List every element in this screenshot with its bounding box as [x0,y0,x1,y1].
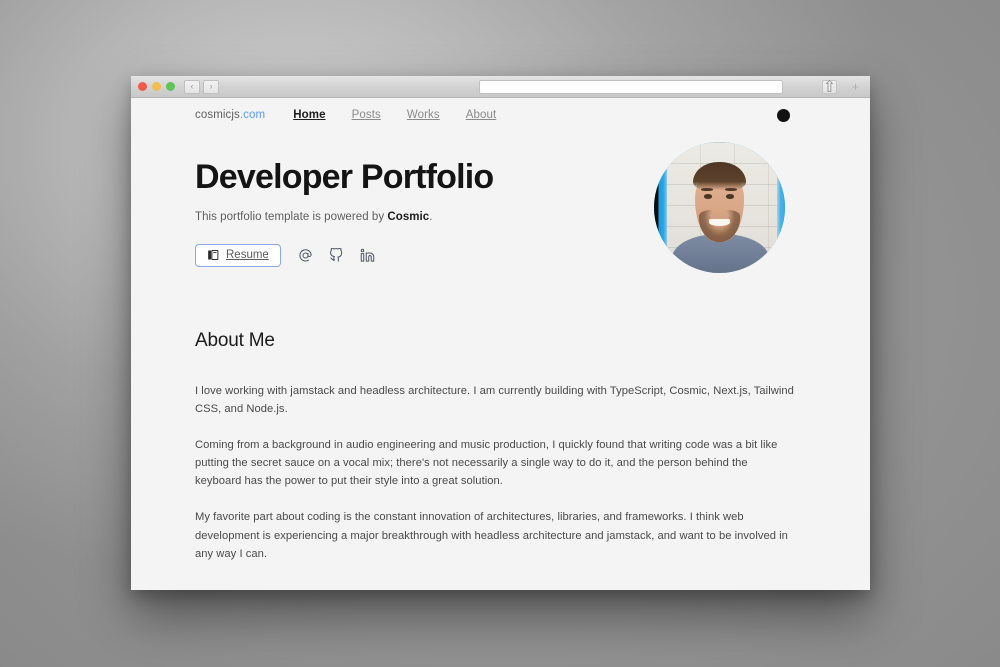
avatar-eye-left [703,194,712,199]
forward-button[interactable]: › [203,79,219,94]
minimize-window-button[interactable] [152,82,161,91]
brand-name: cosmicjs [195,109,240,121]
nav-link-posts[interactable]: Posts [352,109,381,121]
share-icon[interactable]: ⇧ [822,79,837,96]
browser-titlebar: ‹ › ⇧ + [131,76,870,98]
dark-mode-toggle[interactable] [777,108,790,122]
linkedin-icon[interactable] [360,248,375,263]
avatar-image [654,142,785,273]
brand-tld: .com [239,109,266,121]
avatar-eye-right [726,194,734,199]
resume-button-label: Resume [226,249,269,262]
about-paragraph: Coming from a background in audio engine… [195,439,778,488]
site-navigation-bar: cosmicjs.com Home Posts Works About [131,98,870,132]
address-bar-input[interactable] [479,79,783,94]
avatar-blue-edge-right [777,160,785,258]
close-window-button[interactable] [138,82,147,91]
nav-link-about[interactable]: About [466,109,497,121]
about-heading: About Me [195,329,275,351]
about-body: I love working with jamstack and headles… [195,382,806,563]
nav-links: Home Posts Works About [293,109,496,121]
hero-section: Developer Portfolio This portfolio templ… [195,132,806,273]
nav-link-home[interactable]: Home [293,109,325,121]
github-icon[interactable] [329,247,344,263]
page-viewport: cosmicjs.com Home Posts Works About Deve… [131,98,870,590]
avatar-eyebrow-left [701,187,713,191]
avatar-blue-edge-left [654,162,668,260]
nav-link-works[interactable]: Works [407,109,440,121]
email-icon[interactable] [298,248,313,263]
about-paragraph: My favorite part about coding is the con… [195,511,788,560]
window-traffic-lights [138,82,175,91]
new-tab-button[interactable]: + [848,80,863,94]
browser-navigation-arrows: ‹ › [184,79,219,94]
avatar-eyebrow-right [724,187,737,191]
page-content: Developer Portfolio This portfolio templ… [131,132,870,563]
zoom-window-button[interactable] [166,82,175,91]
resume-button[interactable]: Resume [195,243,281,267]
site-brand[interactable]: cosmicjs.com [195,109,265,121]
hero-subtitle-suffix: . [429,210,433,223]
titlebar-actions: ⇧ + [822,79,863,96]
hero-subtitle-prefix: This portfolio template is powered by [195,210,388,223]
book-icon [207,249,219,261]
about-paragraph: I love working with jamstack and headles… [195,384,794,415]
profile-avatar [654,142,785,273]
hero-subtitle-brand: Cosmic [387,210,430,223]
back-button[interactable]: ‹ [184,79,200,94]
social-links [298,247,375,263]
browser-window: ‹ › ⇧ + cosmicjs.com Home Posts Works Ab… [131,76,870,590]
about-section: About Me I love working with jamstack an… [195,267,806,563]
